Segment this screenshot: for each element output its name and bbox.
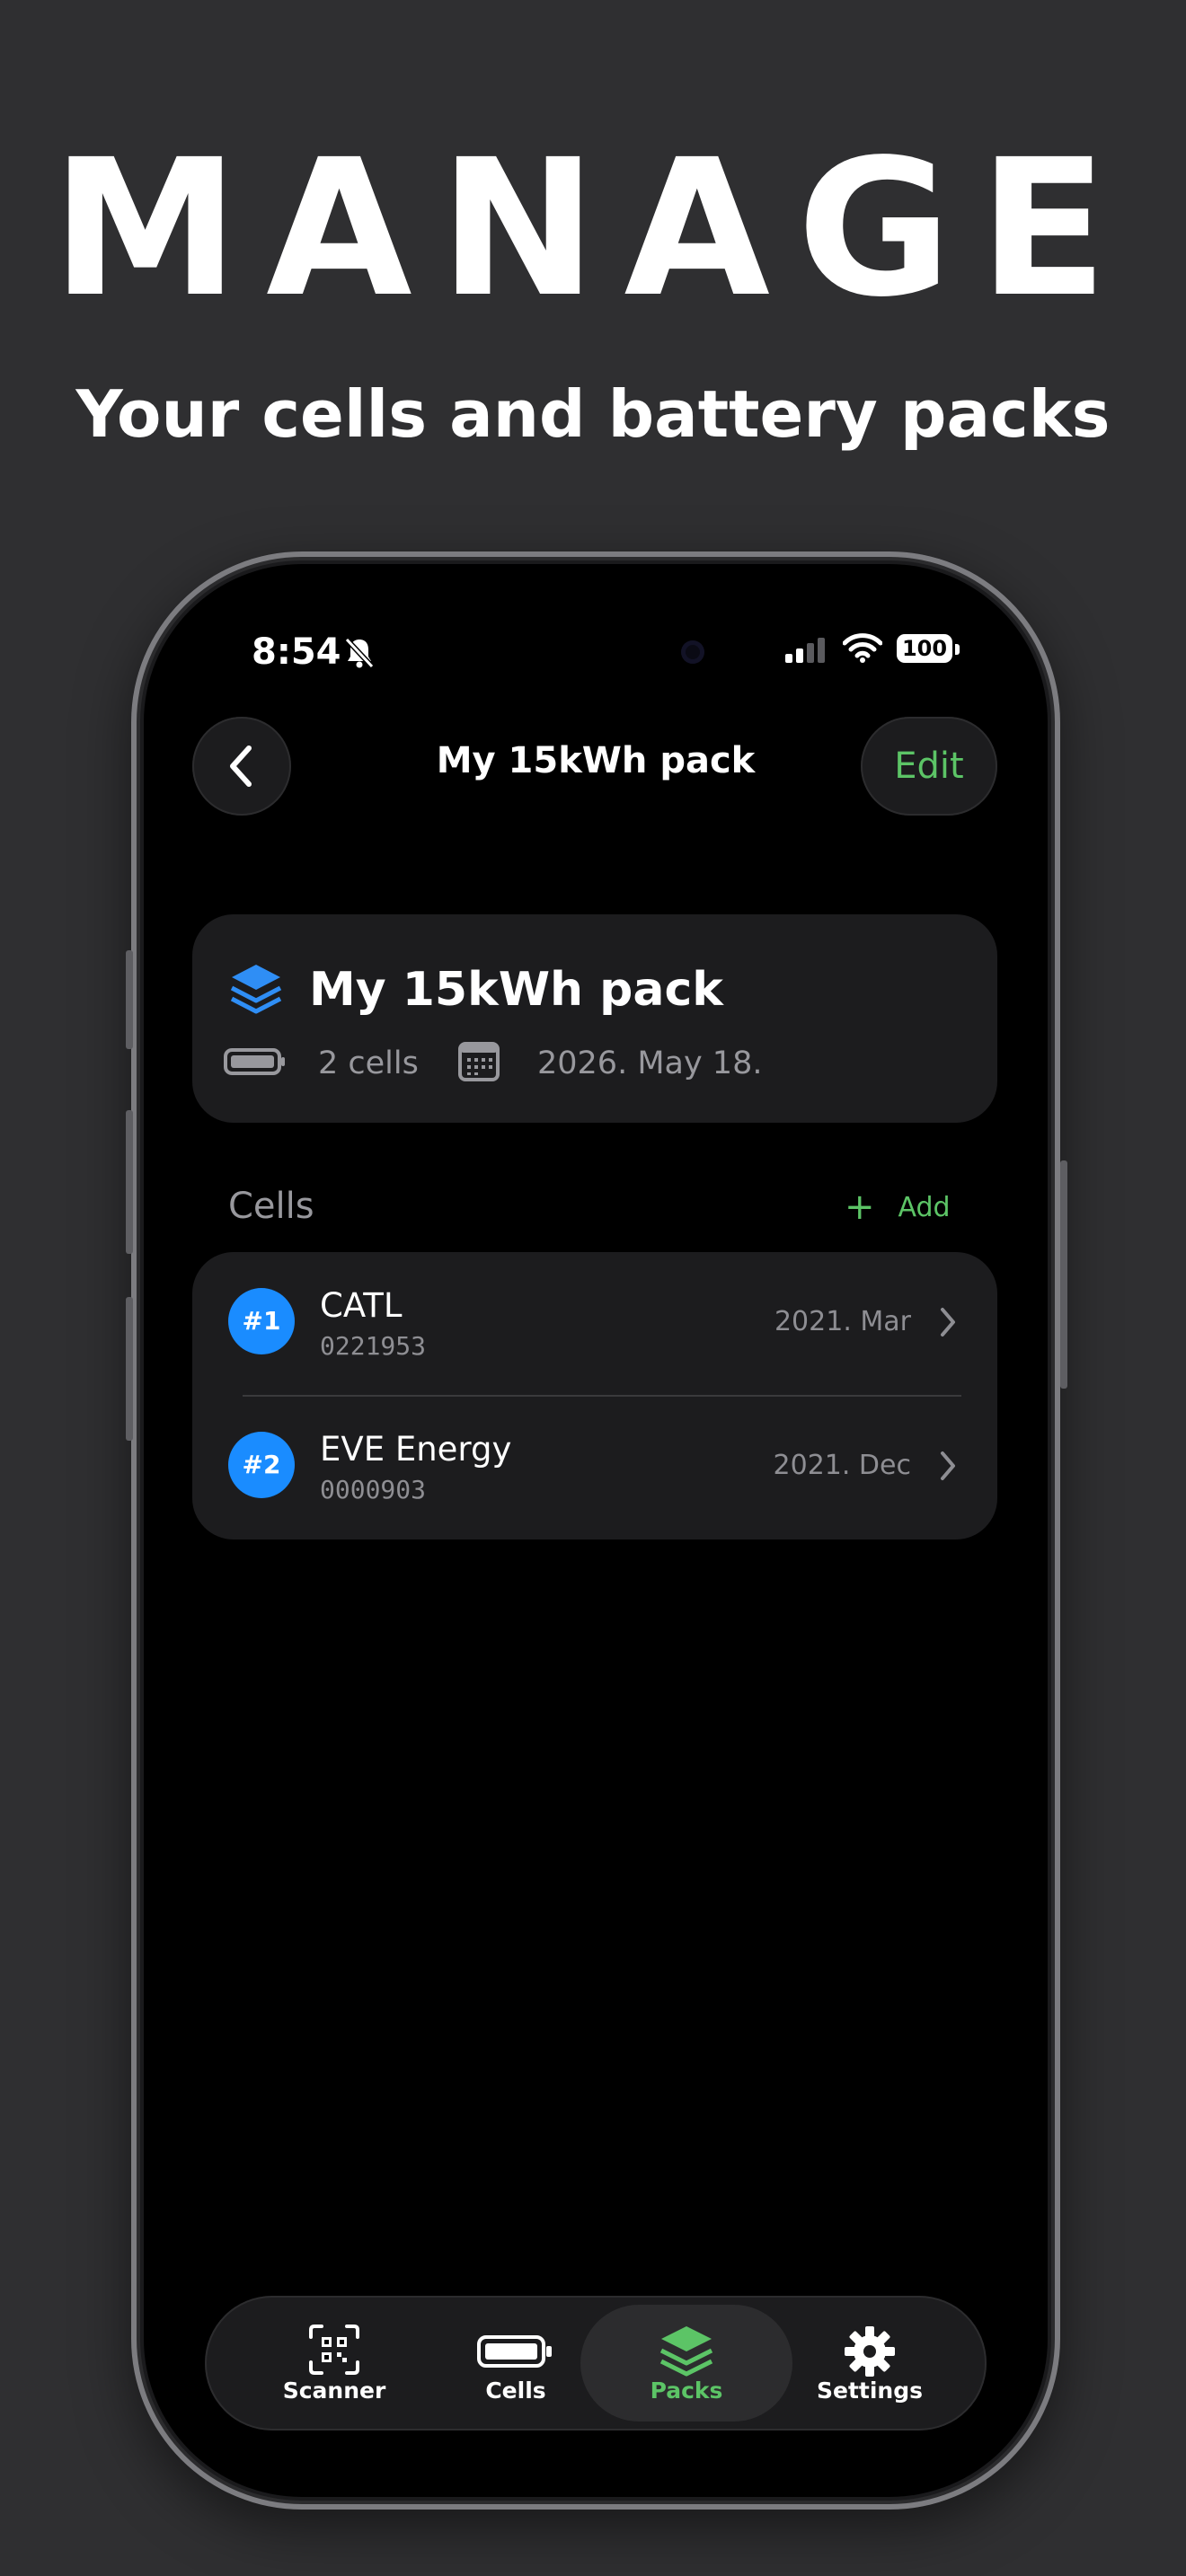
cells-section-title: Cells xyxy=(228,1186,314,1227)
cell-row[interactable]: #1 CATL 0221953 2021. Mar xyxy=(192,1252,997,1397)
cell-index-badge: #1 xyxy=(228,1288,295,1354)
wifi-icon xyxy=(842,632,883,666)
tab-label: Settings xyxy=(816,2378,923,2404)
tab-packs[interactable]: Packs xyxy=(580,2305,792,2422)
cell-serial: 0000903 xyxy=(320,1475,427,1504)
gear-icon xyxy=(845,2326,895,2377)
tab-scanner[interactable]: Scanner xyxy=(235,2305,433,2422)
tab-bar: Scanner Cells Packs Settings xyxy=(205,2296,987,2430)
phone-volume-down-button xyxy=(126,1297,133,1441)
battery-icon xyxy=(223,1044,288,1083)
pack-date: 2026. May 18. xyxy=(537,1045,763,1081)
front-camera xyxy=(681,640,704,664)
pack-cell-count: 2 cells xyxy=(318,1045,419,1081)
phone-action-button xyxy=(126,950,133,1049)
tab-settings[interactable]: Settings xyxy=(771,2305,969,2422)
edit-button[interactable]: Edit xyxy=(861,717,997,816)
nav-title: My 15kWh pack xyxy=(436,740,756,781)
stack-layers-icon xyxy=(228,961,284,1020)
tab-label: Packs xyxy=(650,2378,723,2404)
promo-headline: MANAGE xyxy=(51,119,1135,339)
cell-index-badge: #2 xyxy=(228,1432,295,1498)
bell-slash-icon xyxy=(343,636,376,674)
battery-tip xyxy=(955,644,960,655)
add-cell-label: Add xyxy=(898,1191,951,1223)
chevron-right-icon xyxy=(938,1306,958,1342)
phone-power-button xyxy=(1060,1160,1067,1389)
pack-name: My 15kWh pack xyxy=(309,963,723,1017)
cell-serial: 0221953 xyxy=(320,1331,427,1361)
cells-list: #1 CATL 0221953 2021. Mar #2 EVE Energy … xyxy=(192,1252,997,1539)
plus-icon: + xyxy=(845,1187,875,1228)
back-button[interactable] xyxy=(192,717,291,816)
chevron-right-icon xyxy=(938,1450,958,1486)
battery-status-icon: 100 xyxy=(897,634,952,663)
cell-brand: EVE Energy xyxy=(320,1430,512,1469)
chevron-left-icon xyxy=(230,745,252,787)
status-time: 8:54 xyxy=(252,631,341,673)
status-bar: 8:54 100 xyxy=(144,564,1048,735)
phone-screen: 8:54 100 My 15kWh pack Edit My 15kWh pac… xyxy=(144,564,1048,2497)
calendar-icon xyxy=(456,1038,501,1087)
pack-summary-card: My 15kWh pack 2 cells 2026. May 18. xyxy=(192,914,997,1123)
tab-label: Scanner xyxy=(282,2378,386,2404)
cell-row[interactable]: #2 EVE Energy 0000903 2021. Dec xyxy=(192,1396,997,1539)
cell-brand: CATL xyxy=(320,1286,403,1325)
cell-date: 2021. Mar xyxy=(774,1306,911,1337)
qr-scanner-icon xyxy=(309,2325,359,2375)
promo-subheadline: Your cells and battery packs xyxy=(75,376,1111,452)
cell-date: 2021. Dec xyxy=(773,1450,911,1481)
signal-icon xyxy=(783,636,827,666)
stack-layers-icon xyxy=(659,2326,713,2377)
battery-icon xyxy=(477,2335,552,2368)
phone-volume-up-button xyxy=(126,1110,133,1254)
add-cell-button[interactable]: + Add xyxy=(845,1189,951,1225)
